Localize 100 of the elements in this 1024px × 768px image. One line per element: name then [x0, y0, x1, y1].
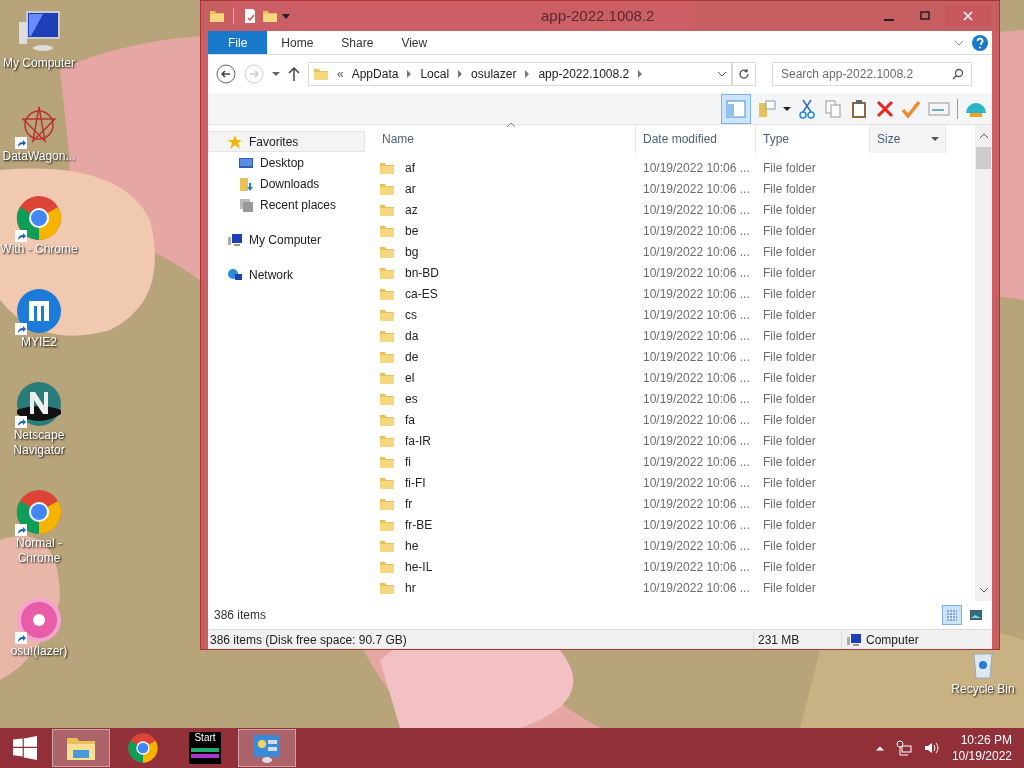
file-name[interactable]: fa: [405, 410, 415, 429]
breadcrumb[interactable]: osulazer: [471, 65, 517, 83]
control-panel-icon: [251, 732, 283, 764]
date-cell-text: 10/19/2022 10:06 ...: [642, 390, 751, 408]
card-icon[interactable]: [927, 100, 951, 117]
taskbar-button[interactable]: Start: [176, 729, 234, 767]
overflow-chevron[interactable]: «: [337, 65, 344, 83]
type-cell-text: File folder: [762, 390, 817, 408]
column-header[interactable]: Size: [870, 125, 946, 153]
file-name[interactable]: hr: [405, 578, 416, 597]
back-icon[interactable]: [216, 64, 236, 84]
date-cell-text: 10/19/2022 10:06 ...: [642, 201, 751, 219]
refresh-button[interactable]: [732, 62, 756, 86]
scissors-icon[interactable]: [797, 98, 817, 119]
status-location: Computer: [866, 631, 919, 649]
ribbon-tab[interactable]: File: [208, 31, 268, 54]
ribbon-tab[interactable]: Share: [327, 31, 388, 54]
file-name[interactable]: fa-IR: [405, 431, 431, 450]
help-icon[interactable]: [972, 34, 988, 51]
chevron-right-icon[interactable]: [524, 70, 531, 78]
file-name[interactable]: bn-BD: [405, 263, 439, 282]
properties-icon: [242, 8, 258, 24]
search-field[interactable]: Search app-2022.1008.2: [772, 62, 972, 86]
file-name[interactable]: fi: [405, 452, 411, 471]
image-icon: [970, 610, 982, 620]
file-name[interactable]: el: [405, 368, 415, 387]
date-cell-text: 10/19/2022 10:06 ...: [642, 264, 751, 282]
up-arrow-icon[interactable]: [288, 67, 300, 81]
nav-item[interactable]: Desktop: [208, 152, 365, 173]
file-name[interactable]: ca-ES: [405, 284, 438, 303]
file-name[interactable]: es: [405, 389, 418, 408]
globe-icon: [15, 287, 63, 335]
chevron-right-icon[interactable]: [406, 70, 413, 78]
file-name[interactable]: fi-FI: [405, 473, 426, 492]
taskbar-button[interactable]: [238, 729, 296, 767]
nav-item[interactable]: Recent places: [208, 194, 365, 215]
dropdown-caret-icon[interactable]: [931, 135, 939, 143]
scroll-down-icon[interactable]: [979, 587, 988, 593]
file-name[interactable]: he: [405, 536, 419, 555]
maximize-icon: [920, 11, 930, 21]
nav-item[interactable]: Favorites: [208, 131, 365, 152]
clock[interactable]: 10:26 PM 10/19/2022: [951, 732, 1012, 764]
file-name[interactable]: he-IL: [405, 557, 433, 576]
date-cell-text: 10/19/2022 10:06 ...: [642, 558, 751, 576]
file-name[interactable]: ar: [405, 179, 416, 198]
type-cell-text: File folder: [762, 201, 817, 219]
scroll-thumb[interactable]: [976, 147, 991, 169]
nav-item[interactable]: Downloads: [208, 173, 365, 194]
status-size: 231 MB: [753, 630, 841, 649]
nav-item[interactable]: My Computer: [208, 229, 365, 250]
tray-arrow-icon[interactable]: [875, 745, 884, 751]
column-header[interactable]: Name: [375, 125, 636, 153]
n-globe-icon: [15, 380, 63, 428]
date-cell-text: 10/19/2022 10:06 ...: [642, 453, 751, 471]
file-name[interactable]: af: [405, 158, 415, 177]
date-cell-text: 10/19/2022 10:06 ...: [642, 348, 751, 366]
file-name[interactable]: da: [405, 326, 419, 345]
checkmark-icon[interactable]: [901, 98, 921, 119]
close-button[interactable]: [945, 6, 991, 26]
nav-item[interactable]: Network: [208, 264, 365, 285]
file-name[interactable]: az: [405, 200, 418, 219]
ribbon-tab[interactable]: View: [387, 31, 442, 54]
chrome-icon: [15, 194, 63, 242]
dropdown-caret-icon[interactable]: [717, 69, 727, 79]
breadcrumb[interactable]: Local: [420, 65, 450, 83]
date-cell-text: 10/19/2022 10:06 ...: [642, 180, 751, 198]
taskbar-button[interactable]: [52, 729, 110, 767]
pane-layout-icon: [726, 98, 746, 119]
date-cell-text: 10/19/2022 10:06 ...: [642, 222, 751, 240]
status-summary: 386 items (Disk free space: 90.7 GB): [209, 631, 408, 649]
breadcrumb[interactable]: app-2022.1008.2: [538, 65, 630, 83]
column-header[interactable]: Date modified: [636, 125, 756, 153]
chevron-right-icon[interactable]: [637, 70, 644, 78]
scroll-up-icon[interactable]: [979, 133, 988, 139]
address-bar[interactable]: « AppData Local osulazer app-2022.1008.2: [308, 62, 732, 86]
file-name[interactable]: bg: [405, 242, 419, 261]
type-cell-text: File folder: [762, 180, 817, 198]
file-name[interactable]: cs: [405, 305, 417, 324]
scrollbar[interactable]: [975, 125, 992, 601]
dropdown-caret-icon[interactable]: [783, 104, 791, 113]
clipboard-icon[interactable]: [849, 98, 869, 119]
windows-logo-icon: [13, 736, 37, 760]
type-cell-text: File folder: [762, 327, 817, 345]
date-cell-text: 10/19/2022 10:06 ...: [642, 369, 751, 387]
speaker-icon[interactable]: [923, 740, 940, 756]
type-cell-text: File folder: [762, 495, 817, 513]
file-name[interactable]: be: [405, 221, 419, 240]
breadcrumb[interactable]: AppData: [351, 65, 399, 83]
type-cell-text: File folder: [762, 159, 817, 177]
file-name[interactable]: fr: [405, 494, 413, 513]
chevron-right-icon[interactable]: [457, 70, 464, 78]
file-name[interactable]: de: [405, 347, 419, 366]
delete-x-icon[interactable]: [875, 98, 895, 119]
date-cell-text: 10/19/2022 10:06 ...: [642, 537, 751, 555]
type-cell-text: File folder: [762, 537, 817, 555]
type-cell-text: File folder: [762, 243, 817, 261]
file-name[interactable]: fr-BE: [405, 515, 433, 534]
ribbon-tab[interactable]: Home: [267, 31, 328, 54]
network-icon[interactable]: [895, 740, 912, 756]
recent-places-icon: [238, 196, 254, 213]
